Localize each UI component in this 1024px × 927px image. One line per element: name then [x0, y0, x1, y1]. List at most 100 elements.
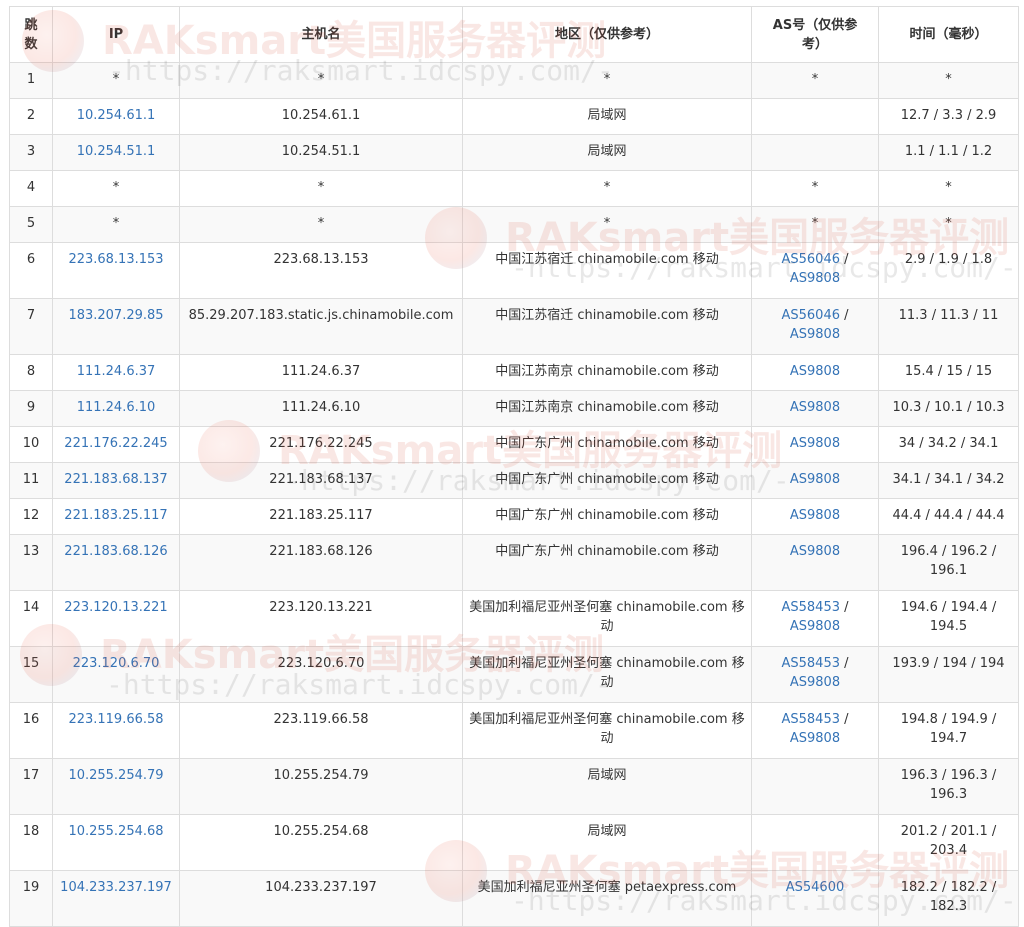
table-row: 15 223.120.6.70 223.120.6.70 美国加利福尼亚州圣何塞 ch…: [9, 646, 1019, 703]
ip-link[interactable]: 10.254.51.1: [77, 144, 156, 159]
table-row: 10 221.176.22.245 221.176.22.245 中国广东广州 chi…: [9, 426, 1019, 463]
cell-as: AS58453 / AS9808: [751, 590, 879, 647]
table-row: 12 221.183.25.117 221.183.25.117 中国广东广州 chi…: [9, 498, 1019, 535]
ip-link[interactable]: 111.24.6.10: [77, 400, 156, 415]
cell-host: 10.254.61.1: [179, 98, 463, 135]
cell-host: 221.176.22.245: [179, 426, 463, 463]
cell-hop: 2: [9, 98, 53, 135]
cell-host: *: [179, 206, 463, 243]
cell-hop: 4: [9, 170, 53, 207]
cell-region: 局域网: [462, 758, 752, 815]
cell-region: 中国江苏南京 chinamobile.com 移动: [462, 354, 752, 391]
cell-region: 中国广东广州 chinamobile.com 移动: [462, 498, 752, 535]
as-link[interactable]: AS9808: [790, 472, 840, 487]
ip-link[interactable]: 221.183.68.137: [64, 472, 167, 487]
cell-as: AS56046 / AS9808: [751, 242, 879, 299]
as-link[interactable]: AS9808: [790, 400, 840, 415]
cell-hop: 3: [9, 134, 53, 171]
cell-as: AS9808: [751, 390, 879, 427]
cell-ip: 223.120.13.221: [52, 590, 180, 647]
ip-link[interactable]: 221.183.68.126: [64, 544, 167, 559]
header-region: 地区（仅供参考）: [462, 6, 752, 63]
ip-link[interactable]: 104.233.237.197: [60, 880, 172, 895]
cell-hop: 9: [9, 390, 53, 427]
cell-hop: 13: [9, 534, 53, 591]
ip-link[interactable]: 10.254.61.1: [77, 108, 156, 123]
cell-ip: 223.119.66.58: [52, 702, 180, 759]
cell-region: *: [462, 170, 752, 207]
table-row: 16 223.119.66.58 223.119.66.58 美国加利福尼亚州圣何塞 …: [9, 702, 1019, 759]
as-link[interactable]: AS9808: [790, 364, 840, 379]
cell-hop: 11: [9, 462, 53, 499]
as-link[interactable]: AS9808: [790, 619, 840, 634]
cell-hop: 7: [9, 298, 53, 355]
cell-ip: 10.254.61.1: [52, 98, 180, 135]
cell-region: 中国江苏宿迁 chinamobile.com 移动: [462, 242, 752, 299]
cell-host: 104.233.237.197: [179, 870, 463, 927]
as-link[interactable]: AS9808: [790, 327, 840, 342]
as-link[interactable]: AS56046: [781, 252, 840, 267]
cell-time: 194.8 / 194.9 / 194.7: [878, 702, 1019, 759]
cell-hop: 16: [9, 702, 53, 759]
cell-region: 美国加利福尼亚州圣何塞 chinamobile.com 移动: [462, 702, 752, 759]
cell-ip: 111.24.6.10: [52, 390, 180, 427]
as-link[interactable]: AS9808: [790, 544, 840, 559]
cell-host: 10.254.51.1: [179, 134, 463, 171]
table-row: 5 * * * * *: [9, 206, 1019, 243]
cell-region: 局域网: [462, 134, 752, 171]
table-row: 18 10.255.254.68 10.255.254.68 局域网 201.2 / 2…: [9, 814, 1019, 871]
cell-region: 局域网: [462, 814, 752, 871]
ip-link[interactable]: 221.183.25.117: [64, 508, 167, 523]
as-link[interactable]: AS9808: [790, 731, 840, 746]
header-ip: IP: [52, 6, 180, 63]
cell-host: 221.183.25.117: [179, 498, 463, 535]
cell-hop: 14: [9, 590, 53, 647]
cell-as: AS9808: [751, 498, 879, 535]
as-link[interactable]: AS56046: [781, 308, 840, 323]
cell-time: 201.2 / 201.1 / 203.4: [878, 814, 1019, 871]
table-body: 1 * * * * * 2 10.254.61.1 10.254.61.1 局域网 12.7 / 3…: [9, 62, 1019, 927]
cell-time: 196.3 / 196.3 / 196.3: [878, 758, 1019, 815]
table-row: 19 104.233.237.197 104.233.237.197 美国加利福尼亚州…: [9, 870, 1019, 927]
cell-host: 223.68.13.153: [179, 242, 463, 299]
ip-link[interactable]: 223.120.13.221: [64, 600, 167, 615]
cell-region: 美国加利福尼亚州圣何塞 chinamobile.com 移动: [462, 646, 752, 703]
cell-time: 196.4 / 196.2 / 196.1: [878, 534, 1019, 591]
cell-ip: 10.255.254.79: [52, 758, 180, 815]
header-time: 时间（毫秒）: [878, 6, 1019, 63]
cell-as: AS9808: [751, 426, 879, 463]
cell-as: AS9808: [751, 534, 879, 591]
cell-hop: 19: [9, 870, 53, 927]
cell-host: 10.255.254.68: [179, 814, 463, 871]
cell-as: [751, 814, 879, 871]
as-link[interactable]: AS58453: [781, 600, 840, 615]
cell-region: 中国江苏宿迁 chinamobile.com 移动: [462, 298, 752, 355]
cell-host: 85.29.207.183.static.js.chinamobile.com: [179, 298, 463, 355]
as-link[interactable]: AS9808: [790, 271, 840, 286]
cell-region: 中国广东广州 chinamobile.com 移动: [462, 462, 752, 499]
as-link[interactable]: AS54600: [786, 880, 845, 895]
ip-link[interactable]: 10.255.254.68: [68, 824, 163, 839]
as-link[interactable]: AS9808: [790, 436, 840, 451]
cell-hop: 12: [9, 498, 53, 535]
as-link[interactable]: AS58453: [781, 656, 840, 671]
ip-link[interactable]: 221.176.22.245: [64, 436, 167, 451]
traceroute-table-container: 跳数 IP 主机名 地区（仅供参考） AS号（仅供参考） 时间（毫秒） 1 * * *…: [9, 6, 1019, 927]
cell-host: 223.119.66.58: [179, 702, 463, 759]
cell-time: 182.2 / 182.2 / 182.3: [878, 870, 1019, 927]
cell-as: AS58453 / AS9808: [751, 702, 879, 759]
as-link[interactable]: AS58453: [781, 712, 840, 727]
ip-link[interactable]: 10.255.254.79: [68, 768, 163, 783]
cell-host: 10.255.254.79: [179, 758, 463, 815]
as-link[interactable]: AS9808: [790, 508, 840, 523]
as-link[interactable]: AS9808: [790, 675, 840, 690]
cell-ip: 104.233.237.197: [52, 870, 180, 927]
ip-link[interactable]: 223.68.13.153: [68, 252, 163, 267]
ip-link[interactable]: 223.119.66.58: [68, 712, 163, 727]
cell-region: 美国加利福尼亚州圣何塞 petaexpress.com: [462, 870, 752, 927]
cell-time: 10.3 / 10.1 / 10.3: [878, 390, 1019, 427]
ip-link[interactable]: 111.24.6.37: [77, 364, 156, 379]
ip-link[interactable]: 183.207.29.85: [68, 308, 163, 323]
ip-link[interactable]: 223.120.6.70: [73, 656, 160, 671]
table-row: 1 * * * * *: [9, 62, 1019, 99]
